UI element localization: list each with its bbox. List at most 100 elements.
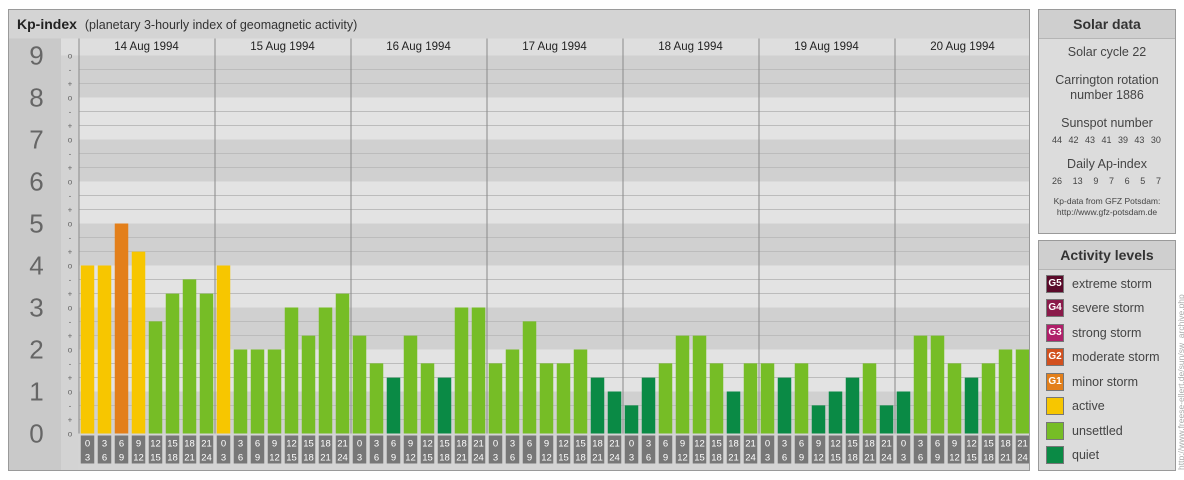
kp-bar [624, 405, 639, 434]
day-label: 20 Aug 1994 [930, 41, 995, 53]
sunspot-value: 39 [1117, 135, 1128, 145]
day-label: 16 Aug 1994 [386, 41, 451, 53]
plot-band [78, 55, 1029, 98]
sunspot-values: 44 42 43 41 39 43 30 [1039, 135, 1175, 145]
kp-bar [386, 377, 401, 434]
kp-bar [437, 377, 452, 434]
hour-start-label: 3 [646, 439, 651, 450]
kp-bar [760, 363, 775, 434]
hour-start-label: 12 [966, 439, 977, 450]
hour-end-label: 18 [167, 453, 178, 464]
source-watermark: http://www.freese-ellert.de/sun/sw_archi… [1176, 294, 1184, 470]
ap-value: 26 [1052, 176, 1063, 186]
hour-end-label: 6 [102, 453, 107, 464]
minor-tick-label: - [69, 192, 72, 201]
kp-bar [539, 363, 554, 434]
ap-index-values: 26 13 9 7 6 5 7 [1039, 176, 1175, 186]
hour-start-label: 0 [357, 439, 362, 450]
hour-end-label: 21 [1000, 453, 1011, 464]
hour-start-label: 6 [663, 439, 668, 450]
hour-start-label: 6 [119, 439, 124, 450]
hour-end-label: 3 [493, 453, 498, 464]
legend-label: moderate storm [1072, 350, 1160, 364]
kp-bar [709, 363, 724, 434]
hour-end-label: 24 [609, 453, 620, 464]
kp-bar [114, 223, 129, 434]
y-tick-label: 2 [29, 335, 43, 365]
hour-start-label: 0 [765, 439, 770, 450]
minor-tick-label: o [68, 94, 73, 103]
kp-bar [352, 335, 367, 434]
hour-end-label: 6 [918, 453, 923, 464]
y-tick-label: 5 [29, 209, 43, 239]
hour-start-label: 21 [473, 439, 484, 450]
sunspot-value: 41 [1101, 135, 1112, 145]
y-tick-label: 3 [29, 293, 43, 323]
plot-band [78, 223, 1029, 266]
activity-levels-title: Activity levels [1039, 241, 1175, 270]
hour-start-label: 3 [102, 439, 107, 450]
legend-item-active: active [1046, 396, 1105, 416]
hour-end-label: 9 [527, 453, 532, 464]
hour-end-label: 12 [949, 453, 960, 464]
minor-tick-label: - [69, 234, 72, 243]
kp-bar [998, 349, 1013, 434]
legend-label: extreme storm [1072, 277, 1152, 291]
day-label: 19 Aug 1994 [794, 41, 859, 53]
hour-start-label: 21 [881, 439, 892, 450]
kp-bar [811, 405, 826, 434]
hour-end-label: 3 [357, 453, 362, 464]
ap-value: 7 [1108, 176, 1114, 186]
kp-bar [403, 335, 418, 434]
legend-swatch-g2: G2 [1046, 348, 1064, 366]
hour-start-label: 18 [1000, 439, 1011, 450]
carrington-line-1: Carrington rotation [1055, 73, 1159, 87]
hour-end-label: 18 [847, 453, 858, 464]
kp-bar [267, 349, 282, 434]
kp-bar [335, 293, 350, 434]
minor-tick-label: + [68, 248, 73, 257]
hour-start-label: 12 [558, 439, 569, 450]
day-label: 17 Aug 1994 [522, 41, 587, 53]
kp-bar [794, 363, 809, 434]
sunspot-value: 42 [1068, 135, 1079, 145]
hour-start-label: 0 [85, 439, 90, 450]
hour-end-label: 9 [799, 453, 804, 464]
y-tick-label: 7 [29, 125, 43, 155]
kp-bar [828, 391, 843, 434]
kp-bar [488, 363, 503, 434]
data-credit-line-1: Kp-data from GFZ Potsdam: [1053, 196, 1161, 206]
minor-tick-label: - [69, 66, 72, 75]
hour-end-label: 9 [663, 453, 668, 464]
hour-start-label: 3 [918, 439, 923, 450]
hour-end-label: 6 [782, 453, 787, 464]
legend-label: strong storm [1072, 326, 1142, 340]
legend-swatch-g4: G4 [1046, 299, 1064, 317]
hour-start-label: 9 [680, 439, 685, 450]
legend-swatch-g5: G5 [1046, 275, 1064, 293]
minor-tick-label: o [68, 178, 73, 187]
solar-data-panel: Solar data Solar cycle 22 Carrington rot… [1038, 9, 1176, 234]
hour-end-label: 6 [238, 453, 243, 464]
hour-end-label: 15 [422, 453, 433, 464]
kp-bar [913, 335, 928, 434]
hour-end-label: 15 [150, 453, 161, 464]
hour-end-label: 18 [303, 453, 314, 464]
day-label: 14 Aug 1994 [114, 41, 179, 53]
kp-bar [641, 377, 656, 434]
minor-tick-label: o [68, 430, 73, 439]
hour-start-label: 9 [272, 439, 277, 450]
minor-tick-label: o [68, 220, 73, 229]
y-tick-label: 0 [29, 419, 43, 449]
hour-start-label: 0 [221, 439, 226, 450]
sunspot-value: 30 [1150, 135, 1161, 145]
plot-band [78, 139, 1029, 182]
hour-start-label: 9 [136, 439, 141, 450]
kp-bar [505, 349, 520, 434]
hour-end-label: 6 [510, 453, 515, 464]
hour-start-label: 21 [337, 439, 348, 450]
hour-start-label: 0 [493, 439, 498, 450]
kp-bar [675, 335, 690, 434]
minor-tick-label: o [68, 388, 73, 397]
kp-bar [80, 265, 95, 434]
